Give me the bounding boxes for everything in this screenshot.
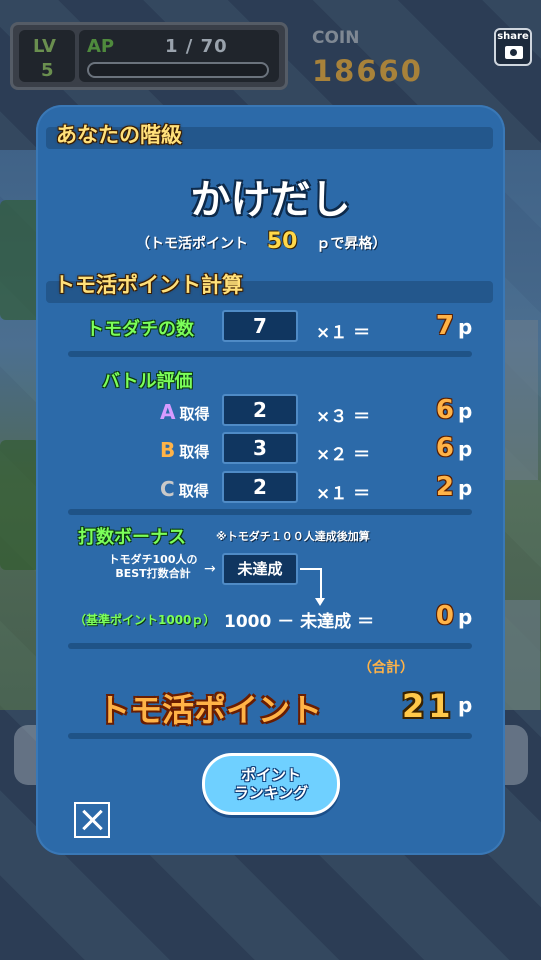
ap-box: AP 1 / 70: [79, 30, 279, 82]
grade-a-points: 6: [435, 395, 454, 425]
ap-progress-bar: [87, 62, 269, 78]
grade-b-label: B 取得: [160, 438, 209, 462]
grade-text: 取得: [178, 482, 209, 500]
grade-c-count: 2: [222, 471, 298, 503]
base-points-label: （基準ポイント1000ｐ）: [74, 613, 216, 627]
grade-b-points: 6: [435, 433, 454, 463]
grade-c-points: 2: [435, 472, 454, 502]
multiplier: ×１ ＝: [316, 484, 371, 504]
ranking-line2: ランキング: [233, 784, 309, 802]
rank-name: かけだし: [190, 177, 351, 223]
camera-icon: [505, 46, 523, 59]
bonus-formula: 1000 － 未達成 ＝: [224, 612, 375, 632]
background-trees: [0, 440, 40, 570]
background-building: [502, 320, 538, 480]
bonus-status: 未達成: [222, 553, 298, 585]
share-button[interactable]: share: [494, 28, 532, 66]
background-building: [500, 600, 540, 710]
grade-a-letter: A: [160, 400, 176, 424]
rank-dialog: あなたの階級 かけだし （トモ活ポイント 50 ｐで昇格） トモ活ポイント計算 …: [36, 105, 505, 855]
divider: [68, 351, 472, 357]
multiplier: ×１ ＝: [316, 323, 371, 343]
grade-a-label: A 取得: [160, 400, 210, 424]
level-value: 5: [41, 60, 54, 81]
share-label: share: [497, 31, 529, 42]
points-unit: p: [458, 315, 473, 339]
divider: [68, 733, 472, 739]
points-unit: p: [458, 399, 473, 423]
grade-text: 取得: [179, 405, 210, 423]
close-button[interactable]: [74, 802, 110, 838]
bonus-label: 打数ボーナス: [78, 527, 186, 548]
bonus-note: ※トモダチ１００人達成後加算: [216, 530, 370, 543]
total-label: トモ活ポイント: [98, 691, 323, 729]
level-box: LV 5: [19, 30, 75, 82]
points-unit: p: [458, 605, 473, 629]
friends-count: 7: [222, 310, 298, 342]
arrow-down-icon: [315, 598, 325, 606]
grade-b-count: 3: [222, 432, 298, 464]
arrow-right-icon: →: [204, 561, 216, 577]
points-unit: p: [458, 437, 473, 461]
ranking-line1: ポイント: [240, 766, 301, 784]
point-ranking-button[interactable]: ポイント ランキング: [202, 753, 340, 815]
divider: [68, 643, 472, 649]
promotion-suffix: ｐで昇格）: [316, 236, 387, 252]
divider: [68, 509, 472, 515]
calc-section-title: トモ活ポイント計算: [54, 273, 243, 297]
friends-points: 7: [435, 311, 454, 341]
multiplier: ×３ ＝: [316, 407, 371, 427]
coin-value: 18660: [312, 54, 423, 88]
rank-section-title: あなたの階級: [56, 123, 182, 147]
coin-label: COIN: [312, 28, 360, 48]
points-unit: p: [458, 476, 473, 500]
friends-label: トモダチの数: [86, 319, 194, 340]
battle-label: バトル評価: [102, 371, 193, 392]
promotion-note: （トモ活ポイント 50 ｐで昇格）: [136, 229, 386, 254]
grade-text: 取得: [179, 443, 210, 461]
bonus-desc-line1: トモダチ100人の: [108, 553, 198, 566]
ap-label: AP: [87, 36, 115, 57]
bonus-desc-line2: BEST打数合計: [115, 567, 191, 580]
sum-label: （合計）: [358, 660, 414, 676]
total-points: 21: [402, 687, 455, 725]
multiplier: ×２ ＝: [316, 445, 371, 465]
bracket-arrow-icon: [300, 568, 322, 600]
promotion-points: 50: [266, 229, 298, 254]
grade-c-label: C 取得: [160, 477, 209, 501]
bonus-description: トモダチ100人の BEST打数合計: [94, 553, 212, 581]
promotion-prefix: （トモ活ポイント: [136, 236, 248, 252]
points-unit: p: [458, 693, 473, 717]
grade-a-count: 2: [222, 394, 298, 426]
status-hud: LV 5 AP 1 / 70: [10, 22, 288, 90]
bonus-points: 0: [435, 601, 454, 631]
ap-value: 1 / 70: [165, 36, 228, 57]
grade-c-letter: C: [160, 477, 175, 501]
grade-b-letter: B: [160, 438, 176, 462]
level-label: LV: [33, 36, 56, 57]
